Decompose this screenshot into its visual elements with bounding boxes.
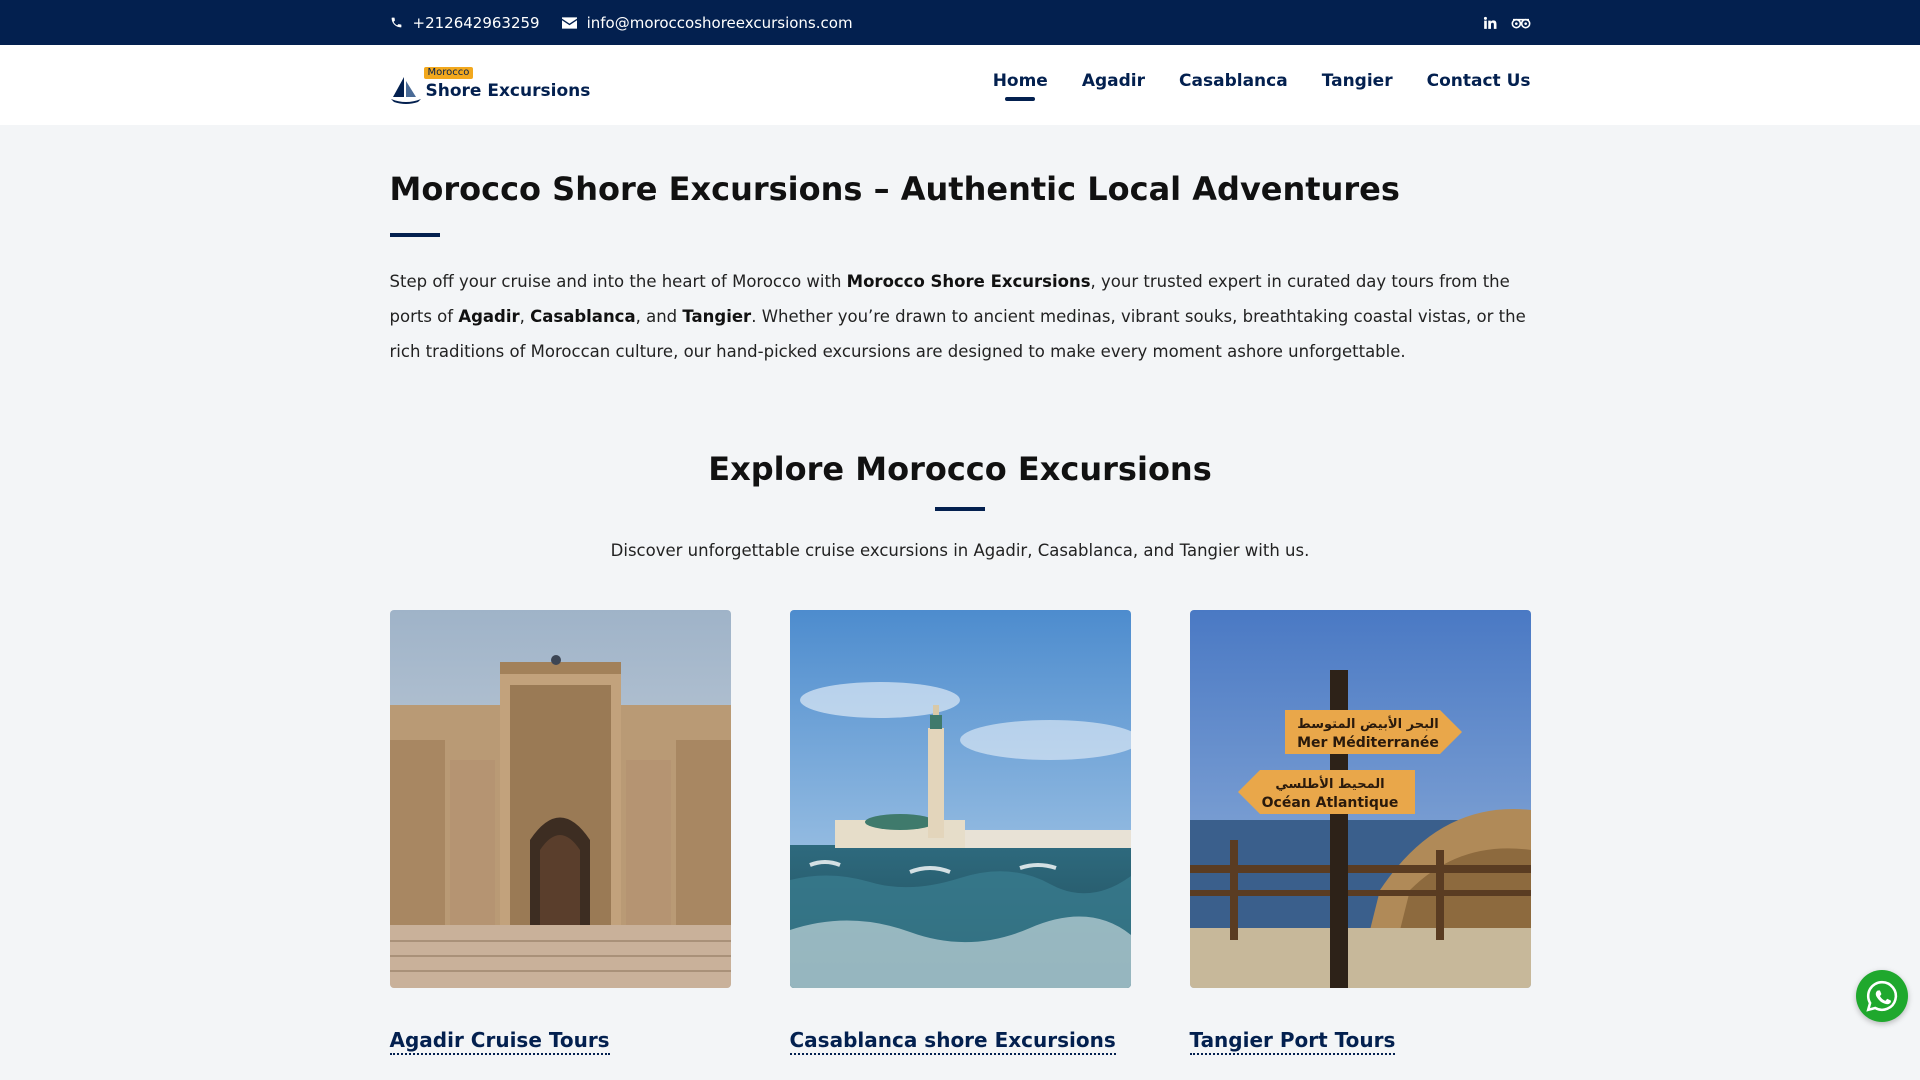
section-title: Explore Morocco Excursions: [708, 450, 1212, 488]
logo-name: Shore Excursions: [425, 81, 591, 101]
title-divider: [389, 233, 440, 237]
excursion-card-agadir: Agadir Cruise Tours: [389, 610, 731, 1055]
logo-badge: Morocco: [423, 67, 474, 79]
whatsapp-chat-button[interactable]: [1856, 970, 1908, 1022]
intro-text: Step off your cruise and into the heart …: [389, 272, 847, 291]
nav-casablanca[interactable]: Casablanca: [1179, 71, 1288, 101]
email-address: info@moroccoshoreexcursions.com: [586, 13, 853, 32]
intro-paragraph: Step off your cruise and into the heart …: [390, 264, 1531, 369]
intro-text: , and: [635, 307, 683, 326]
intro-text: ,: [519, 307, 531, 326]
excursion-cards: Agadir Cruise Tours Casablanca shore Exc…: [389, 610, 1531, 1055]
intro-bold-tangier: Tangier: [682, 307, 752, 326]
sign-french-mediterranean: Mer Méditerranée: [1297, 735, 1439, 751]
nav-agadir[interactable]: Agadir: [1082, 71, 1145, 101]
site-logo[interactable]: Morocco Shore Excursions: [390, 65, 591, 105]
section-subtitle: Discover unforgettable cruise excursions…: [610, 541, 1310, 560]
page-title: Morocco Shore Excursions – Authentic Loc…: [389, 170, 1400, 208]
sailboat-logo-icon: [390, 75, 422, 105]
tripadvisor-icon[interactable]: [1511, 16, 1531, 30]
intro-bold-agadir: Agadir: [458, 307, 520, 326]
sign-arabic-mediterranean: البحر الأبيض المتوسط: [1297, 715, 1438, 732]
phone-link[interactable]: +212642963259: [390, 14, 540, 32]
phone-icon: [390, 16, 403, 29]
intro-bold-casablanca: Casablanca: [530, 307, 636, 326]
phone-number: +212642963259: [412, 13, 540, 32]
linkedin-icon[interactable]: [1483, 16, 1497, 30]
email-link[interactable]: info@moroccoshoreexcursions.com: [561, 13, 853, 32]
sign-french-atlantic: Océan Atlantique: [1261, 795, 1398, 811]
casablanca-card-title[interactable]: Casablanca shore Excursions: [789, 1028, 1116, 1055]
intro-bold-brand: Morocco Shore Excursions: [846, 272, 1091, 291]
excursion-card-casablanca: Casablanca shore Excursions: [789, 610, 1131, 1055]
sign-arabic-atlantic: المحيط الأطلسي: [1275, 775, 1384, 792]
agadir-card-title[interactable]: Agadir Cruise Tours: [389, 1028, 610, 1055]
casablanca-card-image[interactable]: [789, 610, 1131, 988]
site-header: Morocco Shore Excursions Home Agadir Cas…: [0, 45, 1920, 125]
excursion-card-tangier: البحر الأبيض المتوسط Mer Méditerranée ال…: [1189, 610, 1531, 1055]
nav-home[interactable]: Home: [993, 71, 1048, 101]
main-content: Morocco Shore Excursions – Authentic Loc…: [389, 169, 1531, 1055]
nav-contact-us[interactable]: Contact Us: [1427, 71, 1531, 101]
section-divider: [935, 507, 985, 511]
whatsapp-icon: [1865, 979, 1899, 1013]
main-nav: Home Agadir Casablanca Tangier Contact U…: [993, 71, 1531, 101]
agadir-card-image[interactable]: [389, 610, 731, 988]
top-bar: +212642963259 info@moroccoshoreexcursion…: [0, 0, 1920, 45]
tangier-card-title[interactable]: Tangier Port Tours: [1189, 1028, 1396, 1055]
envelope-icon: [561, 16, 577, 29]
nav-tangier[interactable]: Tangier: [1322, 71, 1393, 101]
tangier-card-image[interactable]: البحر الأبيض المتوسط Mer Méditerranée ال…: [1189, 610, 1531, 988]
